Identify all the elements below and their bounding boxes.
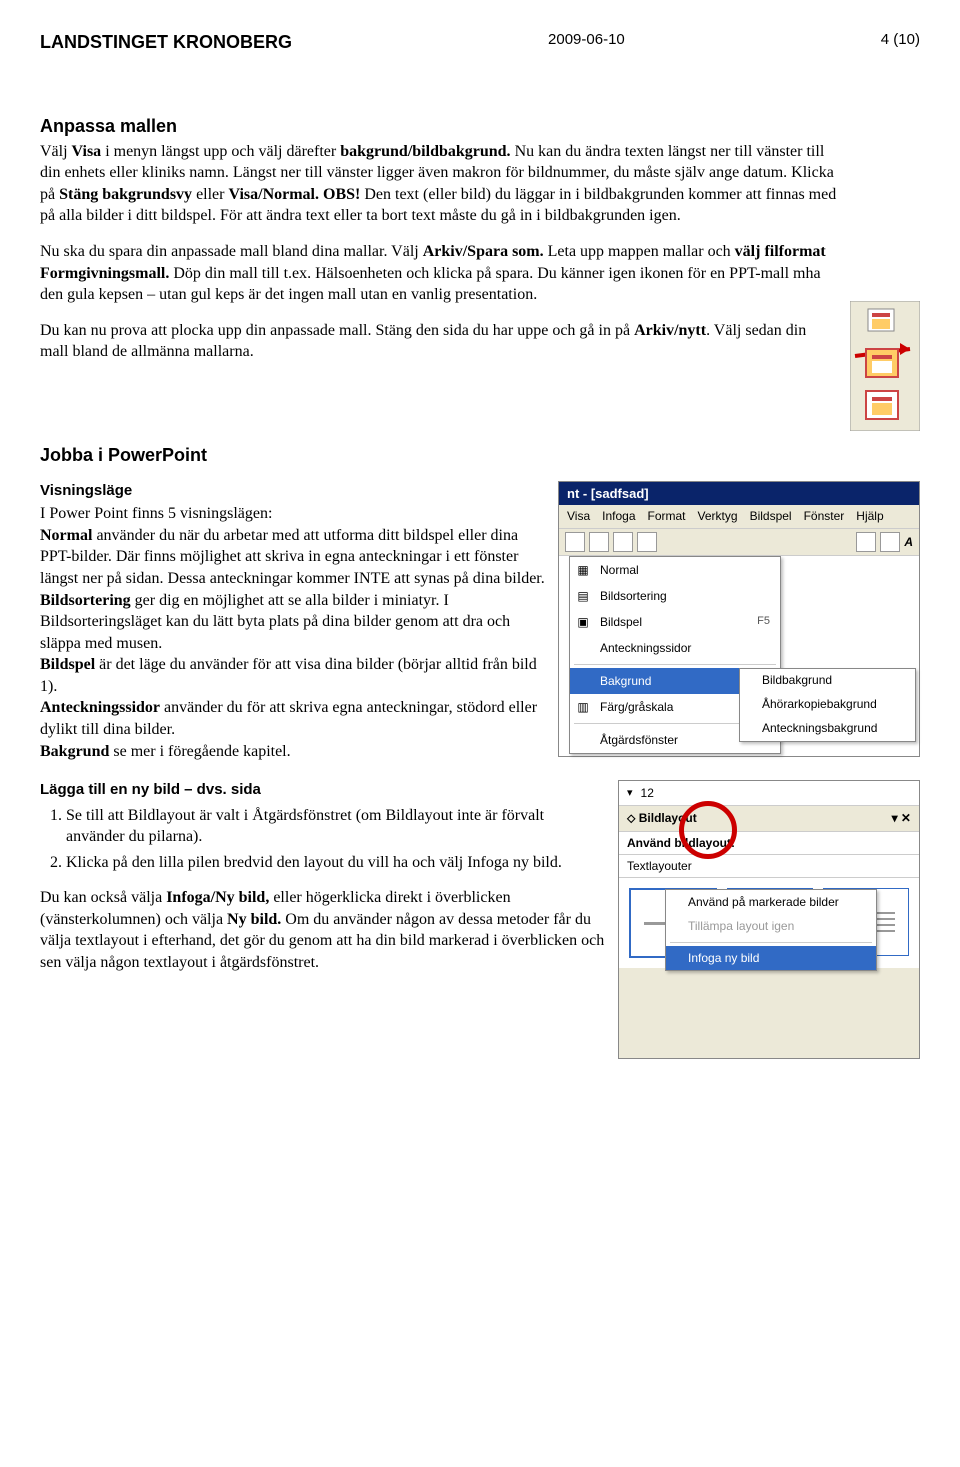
- menu-item-bildsortering[interactable]: ▤Bildsortering: [570, 583, 780, 609]
- para-anpassa-3: Du kan nu prova att plocka upp din anpas…: [40, 320, 920, 363]
- section-anpassa: Anpassa mallen Välj Visa i menyn längst …: [40, 114, 920, 436]
- menu-bildspel[interactable]: Bildspel: [750, 508, 792, 524]
- submenu-bildbakgrund[interactable]: Bildbakgrund: [740, 669, 915, 693]
- page-header: LANDSTINGET KRONOBERG 2009-06-10 4 (10): [40, 30, 920, 54]
- ctx-infoga-ny-bild[interactable]: Infoga ny bild: [666, 946, 876, 970]
- bakgrund-submenu: Bildbakgrund Åhörarkopiebakgrund Anteckn…: [739, 668, 916, 742]
- figure-ppt-visa-menu: nt - [sadfsad] Visa Infoga Format Verkty…: [558, 481, 920, 757]
- toolbar-icon[interactable]: [589, 532, 609, 552]
- heading-jobba-i-powerpoint: Jobba i PowerPoint: [40, 443, 920, 467]
- pane-header: Använd bildlayout:: [619, 832, 919, 855]
- menu-verktyg[interactable]: Verktyg: [698, 508, 738, 524]
- menu-item-bildspel[interactable]: ▣BildspelF5: [570, 609, 780, 635]
- figure-bildlayout-pane: ▾ 12 ⬦ Bildlayout ▾ ✕ Använd bildlayout:…: [618, 780, 920, 1059]
- toolbar-icon[interactable]: [637, 532, 657, 552]
- ctx-reapply-layout: Tillämpa layout igen: [666, 914, 876, 938]
- block-visningslage: nt - [sadfsad] Visa Infoga Format Verkty…: [40, 481, 920, 766]
- menu-format[interactable]: Format: [648, 508, 686, 524]
- figure-ppt-icons: [850, 301, 920, 431]
- pane-section: Textlayouter: [619, 855, 919, 878]
- ppt-window-title: nt - [sadfsad]: [559, 482, 919, 506]
- menu-fonster[interactable]: Fönster: [804, 508, 845, 524]
- ctx-apply-selected[interactable]: Använd på markerade bilder: [666, 890, 876, 914]
- layout-context-menu: Använd på markerade bilder Tillämpa layo…: [665, 889, 877, 971]
- menu-item-anteckningssidor[interactable]: Anteckningssidor: [570, 635, 780, 661]
- para-anpassa-2: Nu ska du spara din anpassade mall bland…: [40, 241, 920, 306]
- header-org: LANDSTINGET KRONOBERG: [40, 30, 292, 54]
- fontsize-value: 12: [641, 785, 654, 801]
- ppt-menubar: Visa Infoga Format Verktyg Bildspel Föns…: [559, 505, 919, 528]
- heading-anpassa-mallen: Anpassa mallen: [40, 114, 920, 138]
- submenu-anteckningsbakgrund[interactable]: Anteckningsbakgrund: [740, 717, 915, 741]
- toolbar-icon[interactable]: [613, 532, 633, 552]
- toolbar-icon[interactable]: [856, 532, 876, 552]
- block-lagga-till: ▾ 12 ⬦ Bildlayout ▾ ✕ Använd bildlayout:…: [40, 780, 920, 1065]
- menu-infoga[interactable]: Infoga: [602, 508, 635, 524]
- menu-item-normal[interactable]: ▦Normal: [570, 557, 780, 583]
- para-anpassa-1: Välj Visa i menyn längst upp och välj dä…: [40, 141, 920, 227]
- toolbar-icon[interactable]: [880, 532, 900, 552]
- ppt-toolbar: A: [559, 529, 919, 556]
- submenu-ahorarkopiebakgrund[interactable]: Åhörarkopiebakgrund: [740, 693, 915, 717]
- header-date: 2009-06-10: [548, 30, 625, 54]
- menu-visa[interactable]: Visa: [567, 508, 590, 524]
- header-page: 4 (10): [881, 30, 920, 54]
- toolbar-icon[interactable]: [565, 532, 585, 552]
- menu-hjalp[interactable]: Hjälp: [856, 508, 883, 524]
